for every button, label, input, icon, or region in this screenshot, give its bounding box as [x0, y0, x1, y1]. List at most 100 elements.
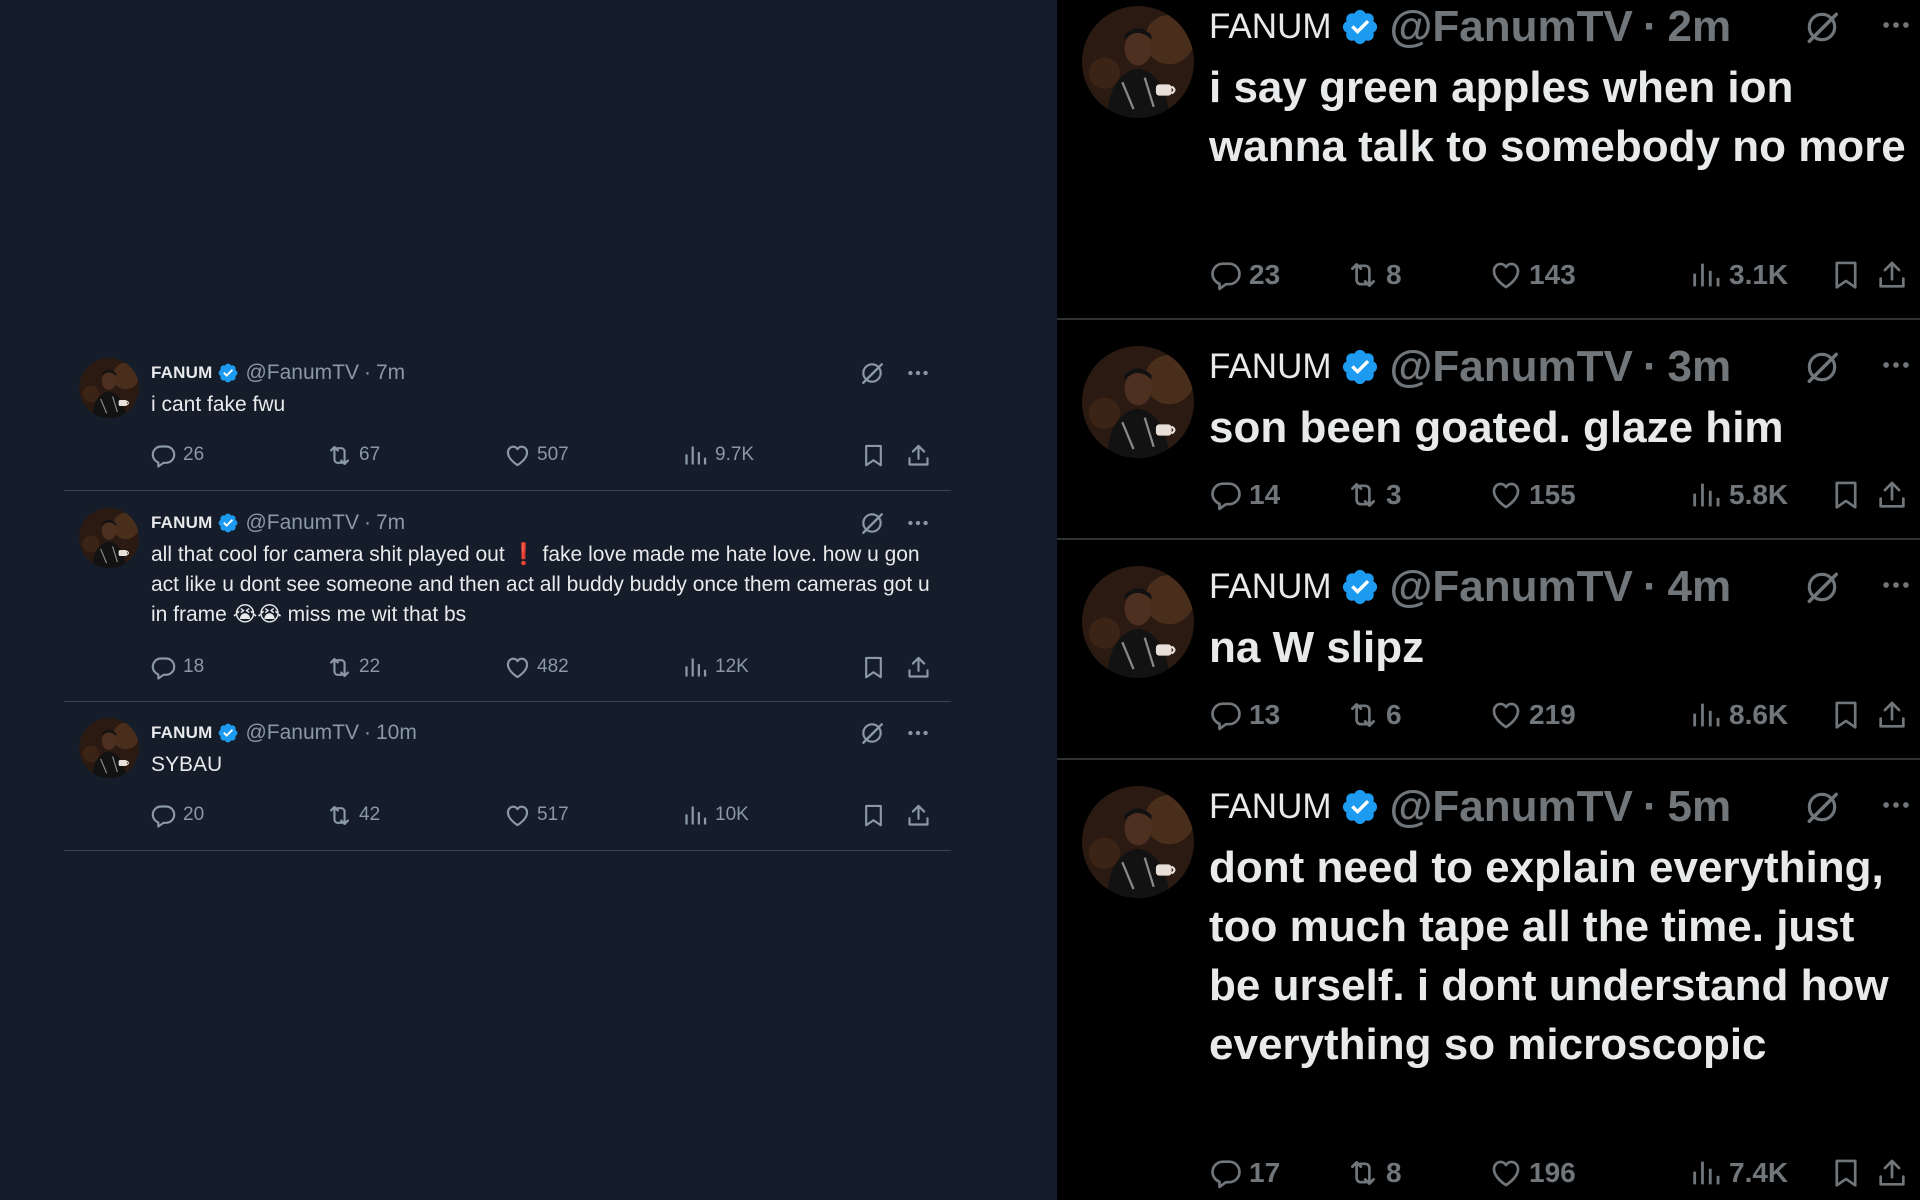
more-icon[interactable]	[1879, 8, 1913, 42]
tweet[interactable]: FANUM @FanumTV · 7m all that cool for ca…	[64, 508, 951, 702]
more-icon[interactable]	[905, 720, 931, 746]
views-button[interactable]: 5.8K	[1689, 478, 1788, 512]
share-button[interactable]	[1875, 698, 1915, 732]
tweet[interactable]: FANUM @FanumTV · 5m dont need to explain…	[1057, 760, 1920, 1200]
author-handle[interactable]: @FanumTV	[245, 511, 359, 535]
repost-count: 8	[1386, 259, 1402, 290]
like-button[interactable]: 196	[1489, 1156, 1576, 1190]
share-button[interactable]	[1875, 258, 1915, 292]
tweet-text: SYBAU	[151, 753, 223, 776]
share-button[interactable]	[905, 442, 932, 469]
like-count: 143	[1529, 259, 1576, 290]
share-icon	[1875, 258, 1909, 292]
reply-button[interactable]: 13	[1209, 698, 1280, 732]
author-name[interactable]: FANUM	[1209, 347, 1332, 387]
like-button[interactable]: 155	[1489, 478, 1576, 512]
author-handle[interactable]: @FanumTV	[1390, 562, 1633, 612]
grok-icon[interactable]	[1803, 568, 1841, 606]
share-button[interactable]	[1875, 1156, 1915, 1190]
views-button[interactable]: 7.4K	[1689, 1156, 1788, 1190]
like-button[interactable]: 482	[504, 654, 569, 681]
grok-icon[interactable]	[859, 510, 885, 536]
reply-button[interactable]: 18	[150, 654, 204, 681]
timestamp[interactable]: 4m	[1668, 562, 1732, 612]
share-button[interactable]	[905, 654, 932, 681]
views-button[interactable]: 8.6K	[1689, 698, 1788, 732]
like-button[interactable]: 507	[504, 442, 569, 469]
author-handle[interactable]: @FanumTV	[1390, 782, 1633, 832]
avatar[interactable]	[79, 718, 139, 778]
reply-button[interactable]: 20	[150, 802, 204, 829]
author-handle[interactable]: @FanumTV	[245, 361, 359, 385]
grok-icon[interactable]	[859, 360, 885, 386]
grok-icon[interactable]	[1803, 788, 1841, 826]
repost-button[interactable]: 3	[1346, 478, 1402, 512]
tweet[interactable]: FANUM @FanumTV · 10m SYBAU 20 42 517 10K	[64, 718, 951, 851]
author-handle[interactable]: @FanumTV	[245, 721, 359, 745]
bookmark-button[interactable]	[1829, 698, 1869, 732]
repost-button[interactable]: 8	[1346, 258, 1402, 292]
avatar[interactable]	[1082, 346, 1194, 458]
avatar[interactable]	[1082, 6, 1194, 118]
crying-emoji: 😭😭	[232, 603, 282, 626]
bookmark-button[interactable]	[1829, 1156, 1869, 1190]
like-button[interactable]: 143	[1489, 258, 1576, 292]
bookmark-button[interactable]	[860, 442, 887, 469]
tweet[interactable]: FANUM @FanumTV · 4m na W slipz 13 6 219 …	[1057, 540, 1920, 760]
more-icon[interactable]	[905, 360, 931, 386]
avatar[interactable]	[1082, 566, 1194, 678]
views-button[interactable]: 3.1K	[1689, 258, 1788, 292]
reply-button[interactable]: 23	[1209, 258, 1280, 292]
timestamp[interactable]: 5m	[1668, 782, 1732, 832]
bookmark-button[interactable]	[1829, 478, 1869, 512]
avatar[interactable]	[79, 358, 139, 418]
repost-button[interactable]: 22	[326, 654, 380, 681]
timestamp[interactable]: 7m	[376, 361, 405, 385]
timestamp[interactable]: 7m	[376, 511, 405, 535]
author-name[interactable]: FANUM	[1209, 567, 1332, 607]
reply-button[interactable]: 17	[1209, 1156, 1280, 1190]
bookmark-icon	[1829, 1156, 1863, 1190]
tweet[interactable]: FANUM @FanumTV · 3m son been goated. gla…	[1057, 320, 1920, 540]
repost-button[interactable]: 67	[326, 442, 380, 469]
more-icon[interactable]	[905, 510, 931, 536]
grok-icon[interactable]	[1803, 348, 1841, 386]
more-icon[interactable]	[1879, 568, 1913, 602]
author-handle[interactable]: @FanumTV	[1390, 2, 1633, 52]
author-name[interactable]: FANUM	[1209, 7, 1332, 47]
reply-button[interactable]: 26	[150, 442, 204, 469]
grok-icon[interactable]	[859, 720, 885, 746]
tweet[interactable]: FANUM @FanumTV · 2m i say green apples w…	[1057, 0, 1920, 320]
avatar[interactable]	[79, 508, 139, 568]
reply-button[interactable]: 14	[1209, 478, 1280, 512]
timestamp[interactable]: 10m	[376, 721, 417, 745]
like-button[interactable]: 219	[1489, 698, 1576, 732]
share-button[interactable]	[905, 802, 932, 829]
repost-button[interactable]: 42	[326, 802, 380, 829]
author-handle[interactable]: @FanumTV	[1390, 342, 1633, 392]
bookmark-icon	[1829, 478, 1863, 512]
tweet[interactable]: FANUM @FanumTV · 7m i cant fake fwu 26 6…	[64, 358, 951, 491]
bookmark-button[interactable]	[860, 654, 887, 681]
repost-button[interactable]: 8	[1346, 1156, 1402, 1190]
author-name[interactable]: FANUM	[151, 363, 212, 383]
like-button[interactable]: 517	[504, 802, 569, 829]
repost-button[interactable]: 6	[1346, 698, 1402, 732]
author-name[interactable]: FANUM	[1209, 787, 1332, 827]
more-icon[interactable]	[1879, 348, 1913, 382]
author-name[interactable]: FANUM	[151, 723, 212, 743]
share-button[interactable]	[1875, 478, 1915, 512]
views-button[interactable]: 10K	[682, 802, 749, 829]
bookmark-button[interactable]	[860, 802, 887, 829]
grok-icon[interactable]	[1803, 8, 1841, 46]
right-screenshot-panel: FANUM @FanumTV · 2m i say green apples w…	[1057, 0, 1920, 1200]
bookmark-button[interactable]	[1829, 258, 1869, 292]
avatar[interactable]	[1082, 786, 1194, 898]
views-button[interactable]: 12K	[682, 654, 749, 681]
views-button[interactable]: 9.7K	[682, 442, 754, 469]
timestamp[interactable]: 3m	[1668, 342, 1732, 392]
more-icon[interactable]	[1879, 788, 1913, 822]
author-name[interactable]: FANUM	[151, 513, 212, 533]
timestamp[interactable]: 2m	[1668, 2, 1732, 52]
reply-count: 13	[1249, 699, 1281, 730]
